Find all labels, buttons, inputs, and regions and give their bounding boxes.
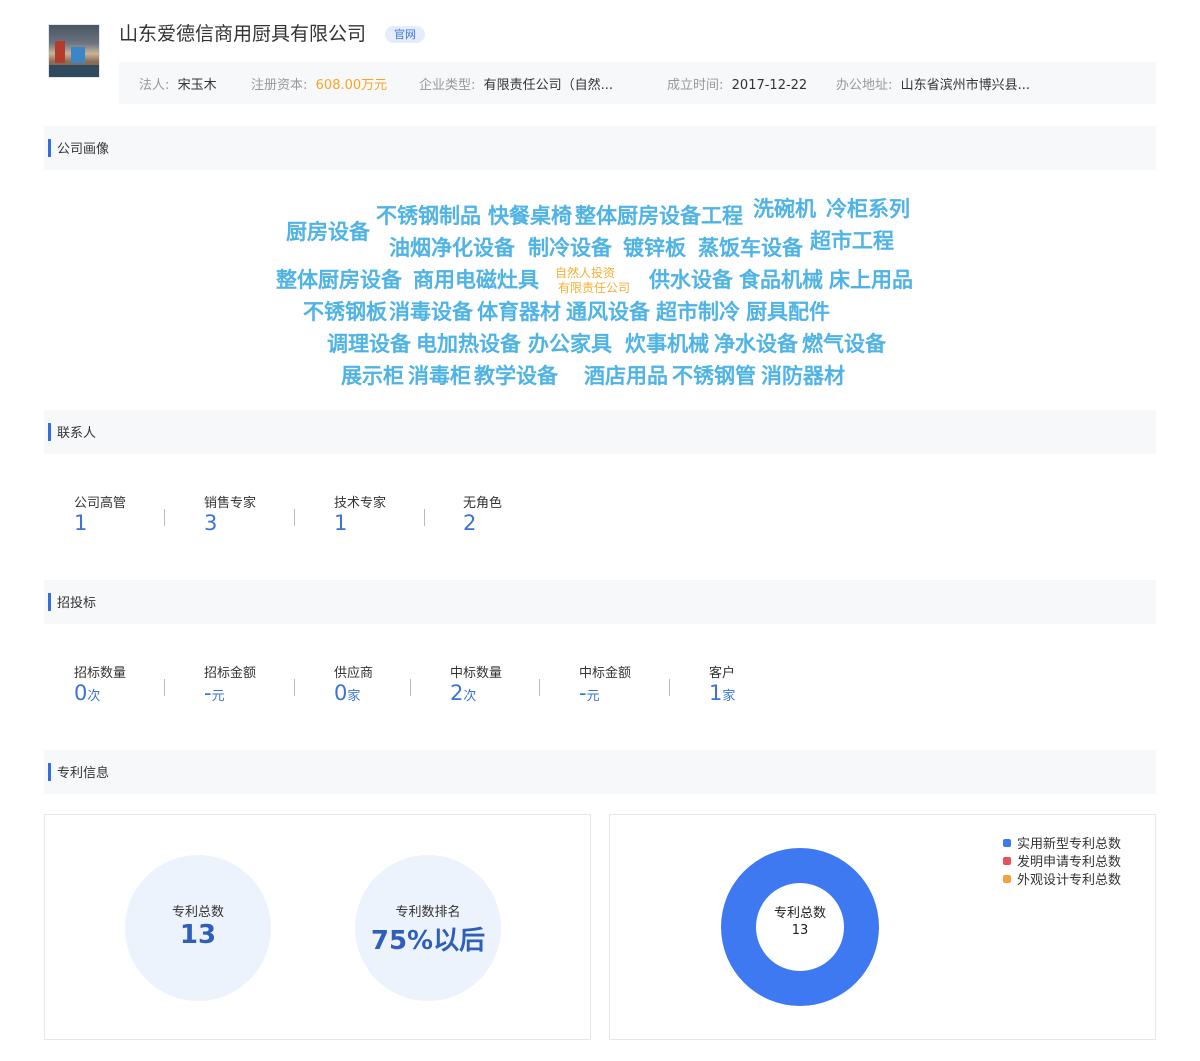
word-cloud-item: 快餐桌椅 [488,204,572,228]
word-cloud-item: 办公家具 [528,332,612,356]
word-cloud-item: 不锈钢板 [303,300,387,324]
word-cloud-item: 通风设备 [566,300,650,324]
word-cloud-item: 食品机械 [739,268,823,292]
divider [294,509,295,526]
word-cloud-item: 教学设备 [474,364,558,388]
patent-chart-card: 专利总数 13 实用新型专利总数 发明申请专利总数 外观设计专利总数 [609,814,1156,1040]
word-cloud-item: 展示柜 [341,364,404,388]
word-cloud-item: 净水设备 [714,332,798,356]
word-cloud-item: 冷柜系列 [826,197,910,221]
contact-stat-no-role[interactable]: 无角色 2 [463,492,502,535]
divider [164,509,165,526]
bid-stat-won-amount[interactable]: 中标金额 -元 [579,662,631,705]
contact-stat-tech[interactable]: 技术专家 1 [334,492,386,535]
word-cloud-item: 消防器材 [761,364,845,388]
patent-rank-label: 专利数排名 [395,905,461,920]
word-cloud-item: 厨房设备 [286,220,370,244]
word-cloud-item: 电加热设备 [416,332,521,356]
word-cloud-item: 油烟净化设备 [389,236,515,260]
patent-total-value: 13 [179,920,217,950]
legend-dot [1003,857,1011,865]
chart-legend: 实用新型专利总数 发明申请专利总数 外观设计专利总数 [1003,833,1121,888]
legend-item-invention[interactable]: 发明申请专利总数 [1003,851,1121,870]
word-cloud: 不锈钢制品 快餐桌椅 整体厨房设备工程 洗碗机 冷柜系列 厨房设备 油烟净化设备… [0,0,1200,400]
legend-dot [1003,875,1011,883]
patent-total-circle: 专利总数 13 [125,855,271,1001]
donut-center-label: 专利总数 [774,906,826,921]
word-cloud-item: 床上用品 [829,268,913,292]
word-cloud-item: 消毒设备 [389,300,473,324]
word-cloud-item: 体育器材 [477,300,561,324]
word-cloud-item: 超市制冷 [656,300,740,324]
patent-rank-value: 75%以后 [370,926,486,956]
legend-item-design[interactable]: 外观设计专利总数 [1003,869,1121,888]
section-header-patents: 专利信息 [44,750,1156,794]
word-cloud-item: 商用电磁灶具 [413,268,539,292]
word-cloud-item: 镀锌板 [623,236,686,260]
patent-total-label: 专利总数 [171,905,224,920]
bid-stat-won-count[interactable]: 中标数量 2次 [450,662,502,705]
word-cloud-item: 整体厨房设备工程 [575,204,743,228]
divider [294,679,295,696]
bid-stat-suppliers[interactable]: 供应商 0家 [334,662,373,705]
word-cloud-item: 超市工程 [810,229,894,253]
word-cloud-item: 调理设备 [327,332,411,356]
word-cloud-item: 酒店用品 [584,364,668,388]
bid-stat-count[interactable]: 招标数量 0次 [74,662,126,705]
contact-stat-sales[interactable]: 销售专家 3 [204,492,256,535]
bid-stat-amount[interactable]: 招标金额 -元 [204,662,256,705]
word-cloud-item: 炊事机械 [625,332,709,356]
section-header-bidding: 招投标 [44,580,1156,624]
divider [669,679,670,696]
legend-dot [1003,839,1011,847]
word-cloud-item-small: 有限责任公司 [558,281,631,295]
patent-summary-card: 专利总数 13 专利数排名 75%以后 [44,814,591,1040]
divider [410,679,411,696]
word-cloud-item: 制冷设备 [528,236,612,260]
divider [164,679,165,696]
divider [424,509,425,526]
donut-center-value: 13 [792,923,809,938]
word-cloud-item: 洗碗机 [753,197,816,221]
bid-stat-customers[interactable]: 客户 1家 [709,662,735,705]
section-header-contacts: 联系人 [44,410,1156,454]
word-cloud-item: 蒸饭车设备 [698,236,803,260]
section-title: 专利信息 [57,766,110,781]
word-cloud-item: 燃气设备 [802,332,886,356]
section-title: 联系人 [57,426,97,441]
legend-item-utility[interactable]: 实用新型专利总数 [1003,833,1121,852]
word-cloud-item: 不锈钢制品 [376,204,481,228]
patent-rank-circle: 专利数排名 75%以后 [355,855,501,1001]
word-cloud-item: 整体厨房设备 [276,268,402,292]
word-cloud-item: 厨具配件 [746,300,830,324]
word-cloud-item: 供水设备 [649,268,733,292]
word-cloud-item: 消毒柜 [408,364,471,388]
contact-stat-executives[interactable]: 公司高管 1 [74,492,126,535]
divider [539,679,540,696]
word-cloud-item: 不锈钢管 [672,364,756,388]
section-title: 招投标 [57,596,97,611]
